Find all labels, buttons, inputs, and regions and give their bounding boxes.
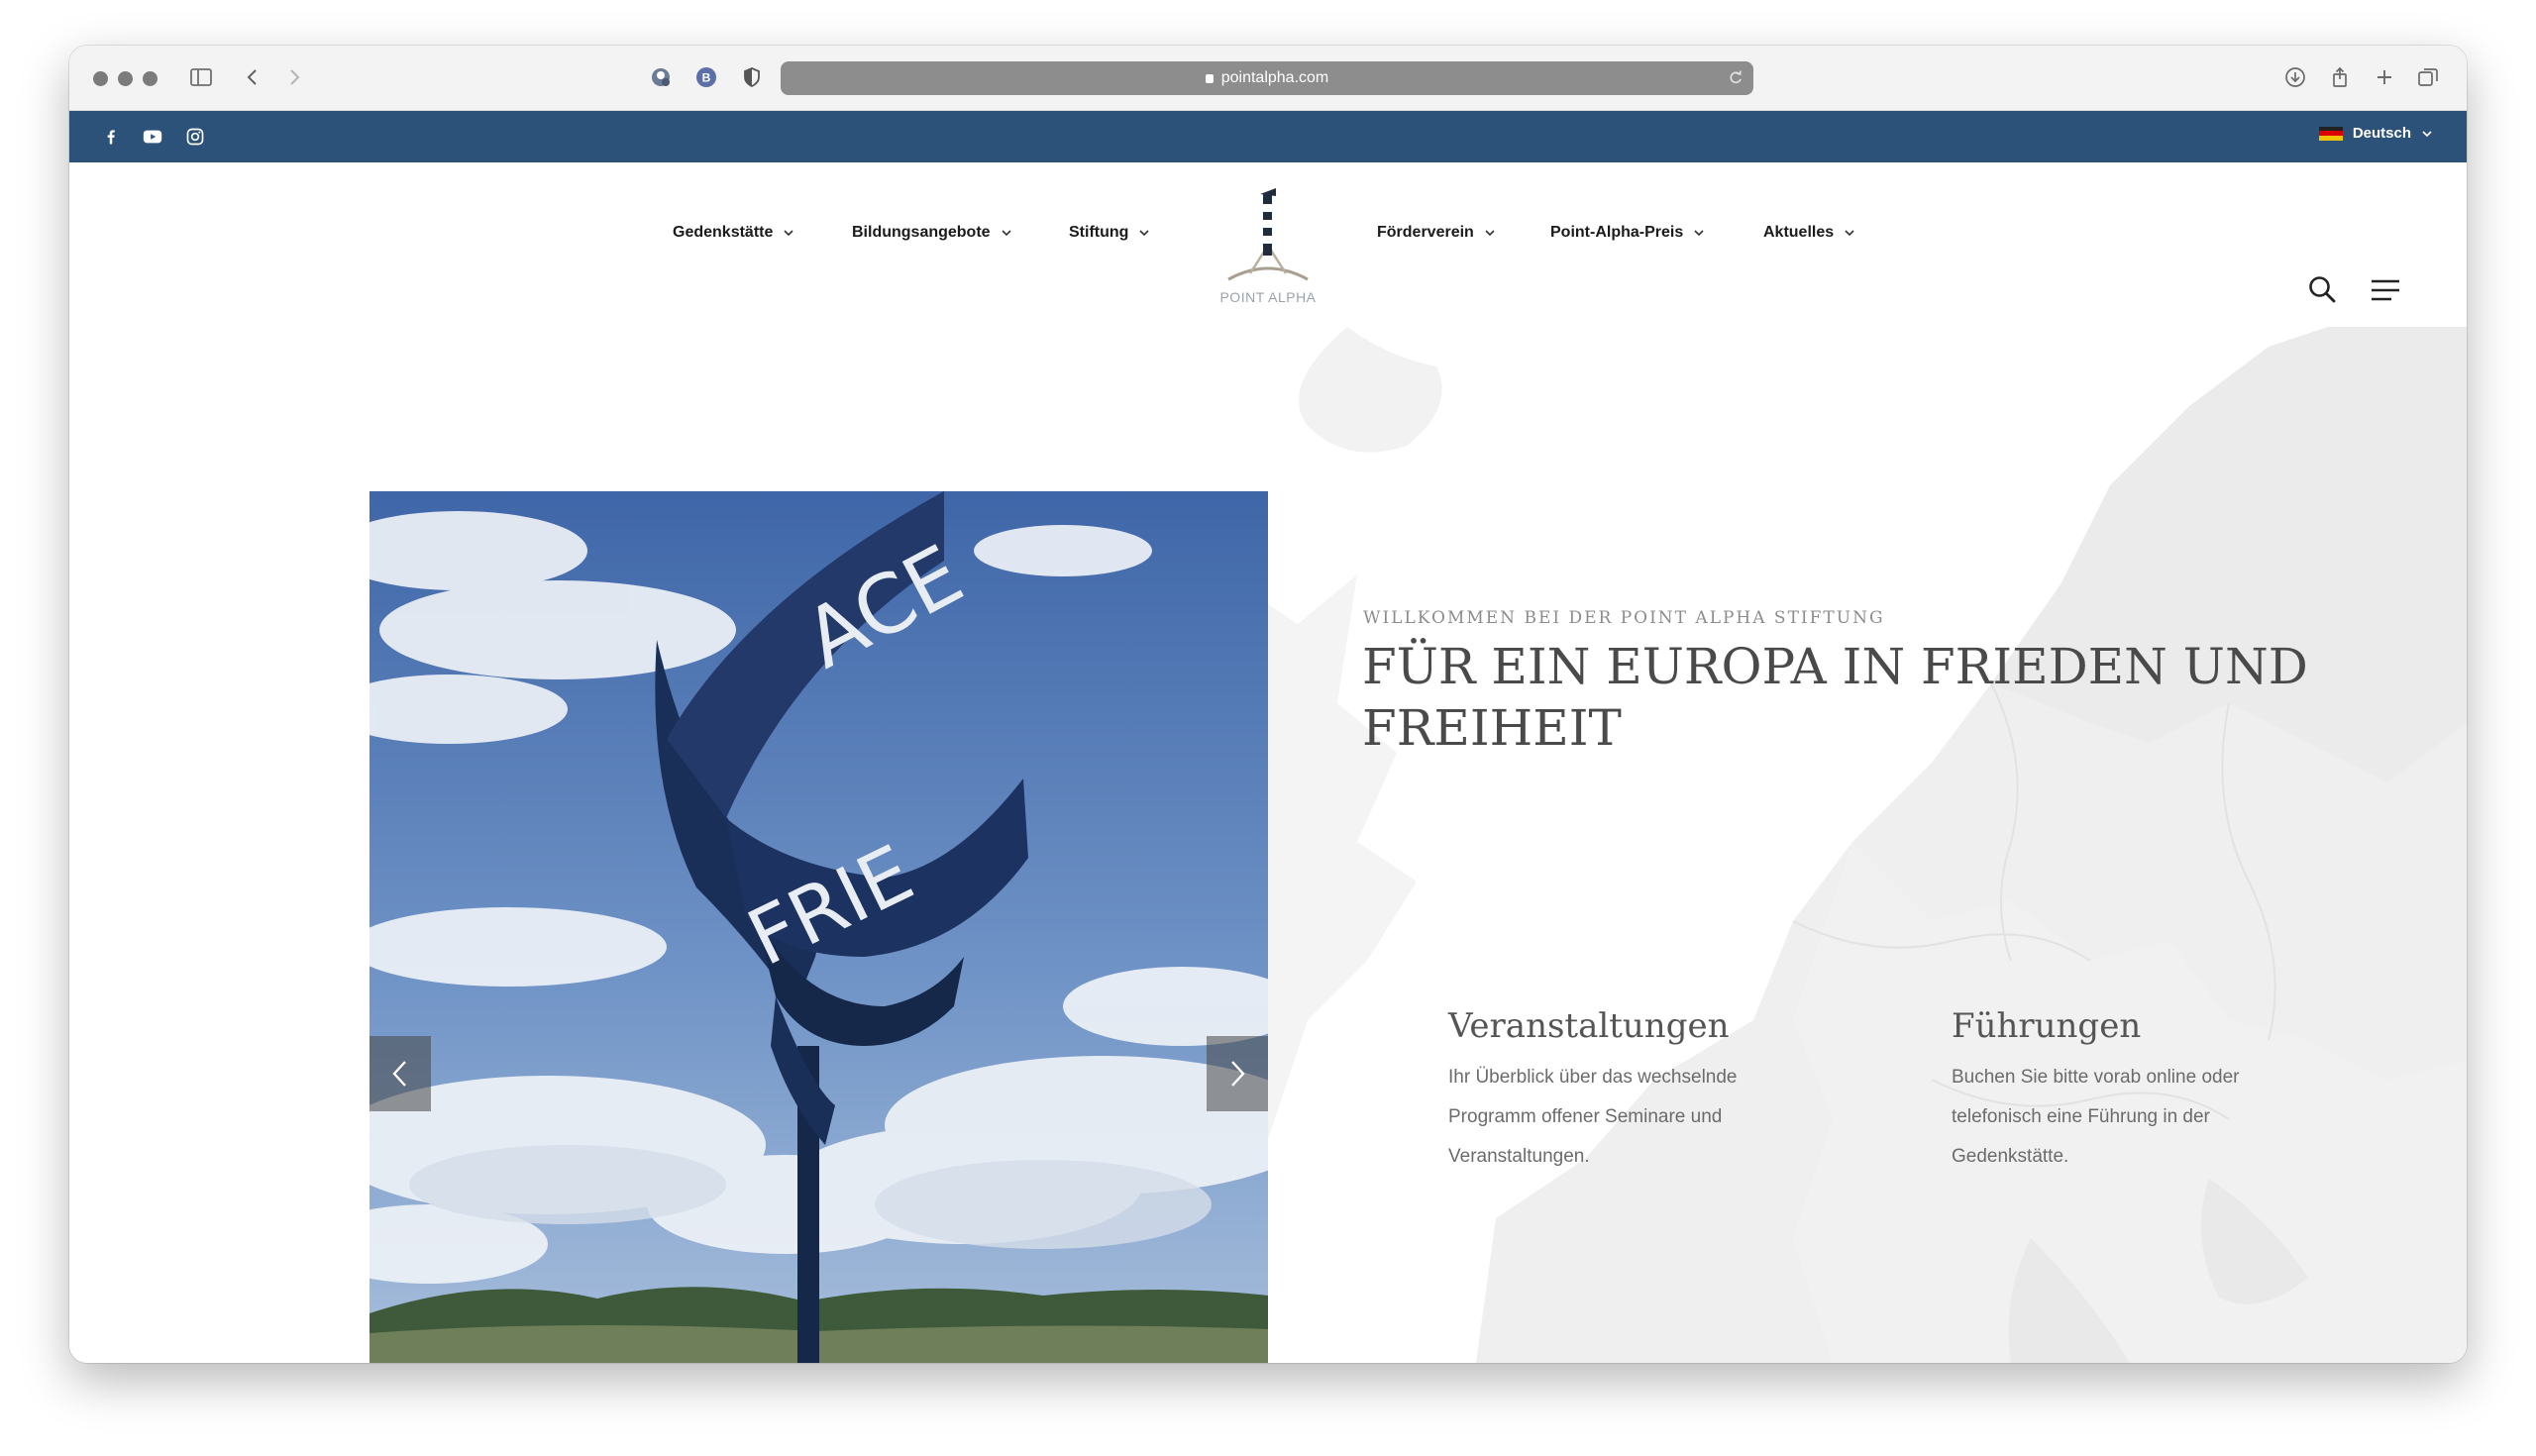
main-navigation: Gedenkstätte Bildungsangebote Stiftung P… [69,162,2467,327]
nav-item-point-alpha-preis[interactable]: Point-Alpha-Preis [1550,224,1705,242]
card-text-fuehrungen: Buchen Sie bitte vorab online oder telef… [1952,1067,2240,1167]
nav-item-label: Gedenkstätte [673,224,774,241]
hero-slider-image: ACE FRIE [370,491,1268,1363]
slider-prev-button[interactable] [370,1036,431,1111]
chevron-down-icon [1845,230,1854,237]
nav-item-label: Bildungsangebote [852,224,991,241]
lock-icon [1205,74,1214,83]
chevron-down-icon [2422,130,2432,137]
extension-b-icon[interactable]: B [691,62,721,92]
nav-item-stiftung[interactable]: Stiftung [1069,224,1150,242]
sidebar-toggle-icon[interactable] [186,62,216,92]
logo-text: POINT ALPHA [1219,289,1317,305]
language-selector[interactable]: Deutsch [2318,125,2433,142]
chevron-down-icon [784,230,793,237]
nav-item-label: Stiftung [1069,224,1129,241]
nav-item-label: Aktuelles [1763,224,1835,241]
peace-sculpture-photo: ACE FRIE [370,491,1268,1363]
browser-window: B pointalpha.com Deutsch Gedenkstätte Bi… [69,46,2467,1363]
zoom-window-button[interactable] [143,71,158,86]
europe-map-background [1238,327,2467,1363]
language-label: Deutsch [2352,125,2411,142]
chevron-left-icon [392,1061,406,1087]
tab-overview-icon[interactable] [2413,62,2443,92]
window-controls [93,71,158,86]
social-bar: Deutsch [69,111,2467,162]
nav-item-bildungsangebote[interactable]: Bildungsangebote [852,224,1012,242]
hero-eyebrow: WILLKOMMEN BEI DER POINT ALPHA STIFTUNG [1363,608,1885,628]
share-icon[interactable] [2325,62,2355,92]
address-bar[interactable]: pointalpha.com [781,61,1753,95]
facebook-icon[interactable] [99,125,123,149]
nav-item-foerderverein[interactable]: Förderverein [1377,224,1496,242]
minimize-window-button[interactable] [118,71,133,86]
chevron-right-icon [1231,1061,1245,1087]
chevron-down-icon [1139,230,1149,237]
point-alpha-logo[interactable]: POINT ALPHA [1211,186,1325,307]
shield-icon[interactable] [737,62,767,92]
slider-next-button[interactable] [1207,1036,1268,1111]
instagram-icon[interactable] [183,125,207,149]
back-arrow-icon[interactable] [238,62,267,92]
hero-section: ACE FRIE WILLKOMMEN BEI DER POINT ALPHA … [69,327,2467,1363]
hero-headline: FÜR EIN EUROPA IN FRIEDEN UND FREIHEIT [1362,638,2308,757]
browser-toolbar: B pointalpha.com [69,46,2467,111]
extension-cloud-icon[interactable] [646,62,676,92]
youtube-icon[interactable] [141,125,164,149]
download-icon[interactable] [2280,62,2310,92]
close-window-button[interactable] [93,71,108,86]
card-title-fuehrungen[interactable]: Führungen [1952,1006,2141,1046]
nav-item-gedenkstaette[interactable]: Gedenkstätte [673,224,794,242]
card-text-veranstaltungen: Ihr Überblick über das wechselnde Progra… [1448,1067,1738,1167]
chevron-down-icon [1694,230,1704,237]
new-tab-icon[interactable] [2370,62,2399,92]
nav-item-aktuelles[interactable]: Aktuelles [1763,224,1855,242]
url-text: pointalpha.com [781,61,1753,95]
nav-item-label: Point-Alpha-Preis [1550,224,1684,241]
search-icon[interactable] [2306,273,2338,305]
german-flag-icon [2318,126,2343,141]
hamburger-menu-icon[interactable] [2370,277,2401,303]
reload-icon[interactable] [1728,69,1744,85]
card-title-veranstaltungen[interactable]: Veranstaltungen [1448,1006,1729,1046]
forward-arrow-icon[interactable] [279,62,309,92]
chevron-down-icon [1485,230,1495,237]
chevron-down-icon [1001,230,1011,237]
watchtower-logo-icon [1227,188,1309,281]
svg-text:B: B [702,71,711,85]
nav-item-label: Förderverein [1377,224,1474,241]
